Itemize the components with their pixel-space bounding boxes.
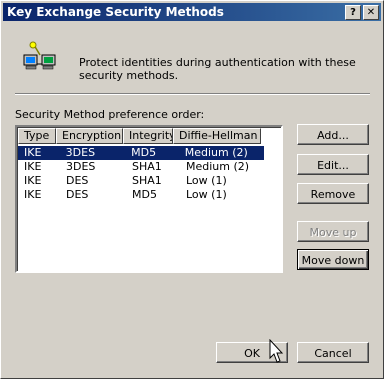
description-text: Protect identities during authentication… — [79, 56, 356, 82]
title-bar[interactable]: Key Exchange Security Methods ? ✕ — [3, 3, 381, 21]
table-row[interactable]: IKE DES MD5 Low (1) — [18, 188, 280, 202]
help-button[interactable]: ? — [345, 5, 361, 20]
cell-diffie-hellman: Low (1) — [186, 174, 227, 187]
help-icon: ? — [350, 7, 356, 18]
column-header-diffie-hellman[interactable]: Diffie-Hellman ... — [173, 128, 261, 144]
cell-type: IKE — [24, 160, 42, 173]
list-label: Security Method preference order: — [15, 108, 205, 121]
move-up-button[interactable]: Move up — [297, 221, 369, 242]
cell-encryption: DES — [66, 188, 89, 201]
cell-diffie-hellman: Medium (2) — [184, 146, 248, 159]
cell-encryption: 3DES — [65, 146, 96, 159]
column-header-type[interactable]: Type — [18, 128, 56, 144]
separator — [15, 93, 370, 95]
cell-encryption: 3DES — [66, 160, 96, 173]
dialog-window: Key Exchange Security Methods ? ✕ Protec… — [0, 0, 384, 379]
security-methods-list[interactable]: Type Encryption Integrity Diffie-Hellman… — [15, 125, 283, 273]
cell-integrity: SHA1 — [132, 174, 162, 187]
table-row[interactable]: IKE 3DES MD5 Medium (2) — [18, 146, 264, 160]
close-button[interactable]: ✕ — [363, 5, 379, 20]
window-title: Key Exchange Security Methods — [7, 5, 224, 19]
column-header-integrity[interactable]: Integrity — [123, 128, 173, 144]
column-header-encryption[interactable]: Encryption — [56, 128, 123, 144]
add-button[interactable]: Add... — [297, 124, 369, 145]
cell-type: IKE — [24, 188, 42, 201]
cell-integrity: MD5 — [131, 146, 157, 159]
list-rows: IKE 3DES MD5 Medium (2) IKE 3DES SHA1 Me… — [18, 146, 280, 202]
cell-diffie-hellman: Low (1) — [186, 188, 227, 201]
cell-integrity: SHA1 — [132, 160, 162, 173]
mouse-cursor-icon — [269, 339, 284, 363]
cell-type: IKE — [24, 174, 42, 187]
cell-diffie-hellman: Medium (2) — [186, 160, 250, 173]
list-header: Type Encryption Integrity Diffie-Hellman… — [18, 128, 261, 144]
close-icon: ✕ — [366, 7, 376, 18]
cell-encryption: DES — [66, 174, 89, 187]
remove-button[interactable]: Remove — [297, 183, 369, 204]
cell-type: IKE — [24, 146, 42, 159]
table-row[interactable]: IKE DES SHA1 Low (1) — [18, 174, 280, 188]
cancel-button[interactable]: Cancel — [297, 342, 369, 363]
table-row[interactable]: IKE 3DES SHA1 Medium (2) — [18, 160, 280, 174]
network-key-icon — [23, 41, 56, 70]
edit-button[interactable]: Edit... — [297, 154, 369, 175]
move-down-button[interactable]: Move down — [297, 249, 369, 270]
cell-integrity: MD5 — [132, 188, 157, 201]
